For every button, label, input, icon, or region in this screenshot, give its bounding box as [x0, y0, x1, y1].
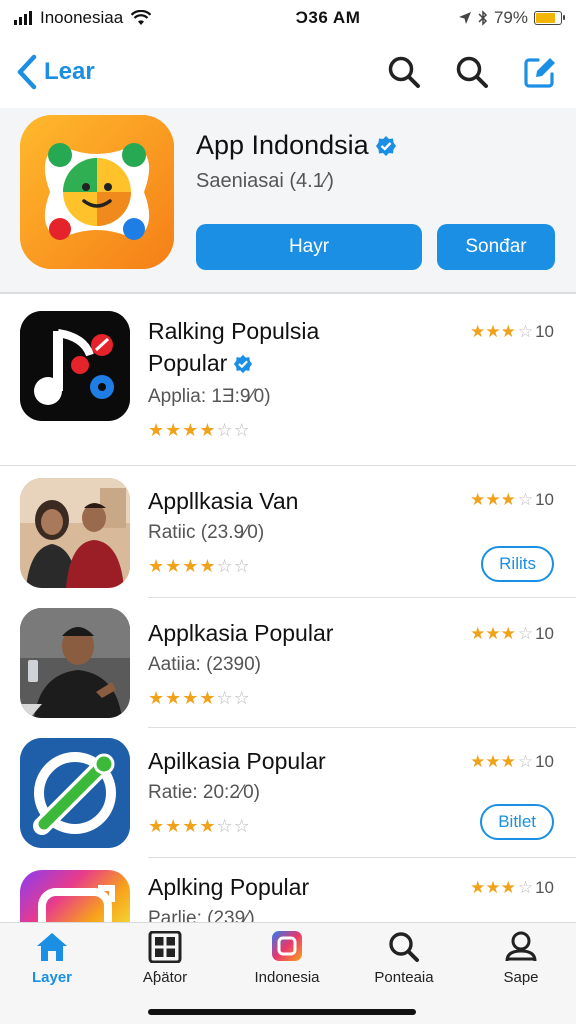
- app-meta: Applia: 1Ǝ:9⁄0): [148, 386, 271, 407]
- rating-score: ★★★ ☆ 10: [470, 624, 554, 643]
- tab-label: Layer: [31, 969, 73, 986]
- tab-label: Indonesia: [254, 969, 320, 986]
- featured-app-title: App Indondsia: [196, 130, 397, 161]
- search-button[interactable]: [384, 52, 424, 92]
- tab-ponteaia[interactable]: Ponteaia: [349, 931, 459, 986]
- tab-indonesia[interactable]: Indonesia: [232, 931, 342, 986]
- app-icon: [272, 931, 302, 961]
- wifi-icon: [131, 10, 152, 25]
- verified-icon: [234, 354, 253, 373]
- app-meta: Ratiic (23.9⁄0): [148, 522, 265, 543]
- star-rating: ★★★★☆☆: [148, 420, 251, 440]
- tab-label: Sape: [503, 969, 539, 986]
- person-icon: [505, 931, 537, 962]
- app-name-line2: Popular: [148, 350, 253, 377]
- list-item[interactable]: Ralking Populsia Popular Applia: 1Ǝ:9⁄0)…: [0, 294, 576, 466]
- app-icon: [20, 608, 130, 718]
- battery-percent: 79%: [493, 8, 528, 27]
- app-name-line2-text: Popular: [148, 350, 228, 376]
- compose-button[interactable]: [520, 52, 560, 92]
- search-icon: [389, 932, 419, 962]
- app-icon: [20, 738, 130, 848]
- list-item[interactable]: Apilkasia Popular Ratie: 20:2⁄0) ★★★★☆☆ …: [0, 728, 576, 858]
- list-item[interactable]: Appllkasia Van Ratiic (23.9⁄0) ★★★★☆☆ ★★…: [0, 466, 576, 598]
- tab-apator[interactable]: Aƥätor: [110, 931, 220, 986]
- chevron-left-icon: [17, 54, 37, 90]
- home-icon: [37, 933, 67, 961]
- app-meta: Aatiia: (2390): [148, 654, 262, 675]
- list-item[interactable]: Aplking Popular Parlie: (239⁄) ★★★ ☆ 10: [0, 858, 576, 924]
- status-bar: Inoonesiaa Ɔ36 AM 79%: [0, 0, 576, 36]
- rating-score: ★★★ ☆ 10: [470, 878, 554, 897]
- app-name: Ralking Populsia: [148, 318, 320, 344]
- app-icon: [20, 311, 130, 421]
- featured-title-text: App Indondsia: [196, 130, 369, 160]
- carrier-label: Inoonesiaa: [40, 8, 124, 27]
- rating-score: ★★★ ☆ 10: [470, 752, 554, 771]
- rating-value: 10: [535, 490, 554, 509]
- bluetooth-icon: [478, 10, 488, 26]
- home-indicator: [148, 1009, 416, 1015]
- featured-primary-button[interactable]: Hayr: [196, 224, 422, 270]
- back-label: Lear: [44, 58, 95, 85]
- location-icon: [458, 12, 471, 24]
- tab-sape[interactable]: Sape: [466, 931, 576, 986]
- featured-secondary-button[interactable]: Sonđar: [437, 224, 555, 270]
- signal-icon: [14, 11, 32, 25]
- star-rating: ★★★★☆☆: [148, 816, 251, 836]
- rating-value: 10: [535, 878, 554, 897]
- search-icon: [388, 56, 420, 88]
- clock: Ɔ36 AM: [295, 8, 361, 27]
- search-icon: [456, 56, 488, 88]
- app-name: Appllkasia Van: [148, 488, 299, 514]
- tab-layer[interactable]: Layer: [0, 931, 107, 986]
- tab-bar: Layer Aƥätor Indonesia Ponteaia Sape: [0, 922, 576, 1024]
- tab-label: Aƥätor: [142, 969, 188, 986]
- grid-icon: [148, 931, 182, 963]
- search-button-secondary[interactable]: [452, 52, 492, 92]
- app-name: Applkasia Popular: [148, 620, 334, 646]
- verified-icon: [375, 135, 396, 156]
- featured-app: App Indondsia Saeniasai (4.1⁄) Hayr Sonđ…: [0, 108, 576, 292]
- rating-value: 10: [535, 322, 554, 341]
- list-item[interactable]: Applkasia Popular Aatiia: (2390) ★★★★☆☆ …: [0, 598, 576, 728]
- back-button[interactable]: Lear: [16, 54, 95, 90]
- tab-label: Ponteaia: [374, 969, 434, 986]
- app-action-button[interactable]: Rilits: [481, 546, 554, 582]
- app-name: Aplking Popular: [148, 874, 310, 900]
- app-action-button[interactable]: Bitlet: [480, 804, 554, 840]
- star-rating: ★★★★☆☆: [148, 556, 251, 576]
- app-icon: [20, 478, 130, 588]
- featured-app-subtitle: Saeniasai (4.1⁄): [196, 170, 334, 192]
- nav-bar: Lear: [0, 40, 576, 104]
- app-meta: Ratie: 20:2⁄0): [148, 782, 260, 803]
- star-rating: ★★★★☆☆: [148, 688, 251, 708]
- rating-value: 10: [535, 624, 554, 643]
- app-icon: [20, 870, 130, 924]
- app-list[interactable]: Ralking Populsia Popular Applia: 1Ǝ:9⁄0)…: [0, 294, 576, 924]
- battery-icon: [534, 11, 565, 25]
- rating-value: 10: [535, 752, 554, 771]
- compose-icon: [524, 58, 555, 88]
- rating-score: ★★★ ☆ 10: [470, 490, 554, 509]
- rating-score: ★★★ ☆ 10: [470, 322, 554, 341]
- app-name: Apilkasia Popular: [148, 748, 326, 774]
- featured-app-icon[interactable]: [20, 115, 174, 269]
